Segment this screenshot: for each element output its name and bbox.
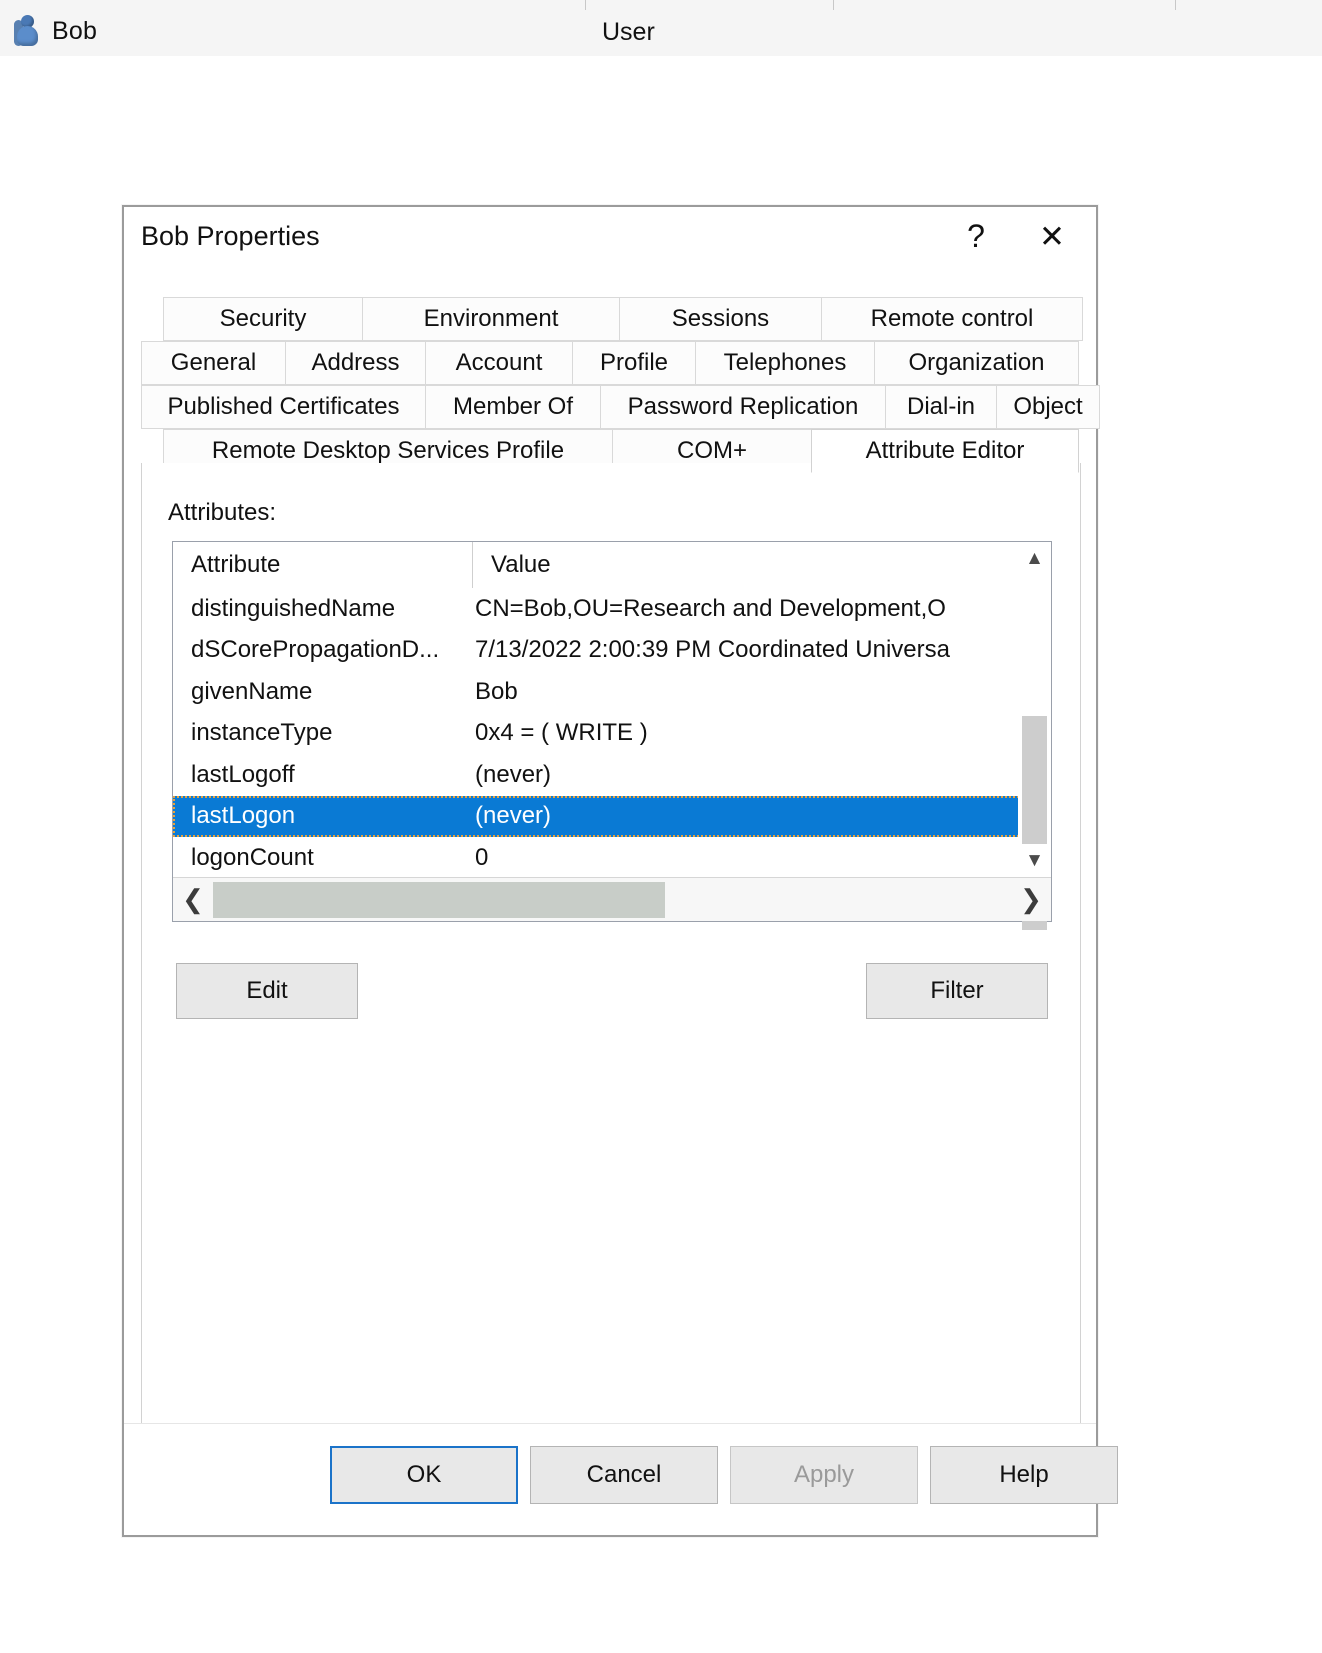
apply-button: Apply (730, 1446, 918, 1504)
scroll-up-button[interactable]: ▲ (1018, 542, 1051, 576)
tab-attribute-editor[interactable]: Attribute Editor (811, 429, 1079, 473)
chevron-right-icon: ❯ (1020, 884, 1042, 914)
column-header-value[interactable]: Value (473, 542, 1051, 588)
filter-button[interactable]: Filter (866, 963, 1048, 1019)
table-row[interactable]: logonCount 0 (173, 837, 1051, 878)
cell-attribute: lastLogon (191, 802, 296, 830)
dialog-title: Bob Properties (141, 221, 320, 251)
ok-button[interactable]: OK (330, 1446, 518, 1504)
horizontal-scroll-track[interactable] (213, 879, 1011, 921)
column-separator (585, 0, 586, 10)
table-row-selected[interactable]: lastLogon (never) (173, 795, 1051, 837)
tab-row-2: General Address Account Profile Telephon… (141, 341, 1079, 385)
table-row[interactable]: instanceType 0x4 = ( WRITE ) (173, 713, 1051, 755)
cell-value: (never) (475, 760, 552, 788)
user-name-cell[interactable]: Bob (14, 14, 97, 48)
column-separator (833, 0, 834, 10)
tab-account[interactable]: Account (425, 341, 573, 385)
cell-value: 0 (475, 843, 489, 871)
attributes-label: Attributes: (168, 499, 277, 526)
tab-telephones[interactable]: Telephones (695, 341, 875, 385)
attributes-listview[interactable]: Attribute Value distinguishedName CN=Bob… (172, 541, 1052, 930)
tab-sessions[interactable]: Sessions (619, 297, 822, 341)
attribute-editor-page: Attributes: Attribute Value distinguishe… (141, 463, 1081, 1425)
cell-attribute: lastLogoff (191, 760, 295, 788)
cell-attribute: instanceType (191, 719, 333, 747)
cell-value: 7/13/2022 2:00:39 PM Coordinated Univers… (475, 636, 950, 664)
user-name-label: Bob (52, 16, 98, 45)
table-row[interactable]: lastLogoff (never) (173, 754, 1051, 796)
cell-value: 0x4 = ( WRITE ) (475, 719, 648, 747)
edit-button[interactable]: Edit (176, 963, 358, 1019)
user-icon (14, 14, 42, 48)
cell-value: Bob (475, 677, 518, 705)
user-type-label: User (602, 18, 655, 46)
tab-password-replication[interactable]: Password Replication (600, 385, 886, 429)
chevron-left-icon: ❮ (182, 884, 204, 914)
tab-environment[interactable]: Environment (362, 297, 620, 341)
horizontal-scrollbar[interactable]: ❮ ❯ (173, 877, 1051, 921)
tab-strip: Security Environment Sessions Remote con… (141, 297, 1100, 473)
tab-security[interactable]: Security (163, 297, 363, 341)
cell-value: CN=Bob,OU=Research and Development,O (475, 594, 946, 622)
horizontal-scroll-thumb[interactable] (213, 881, 665, 918)
question-mark-icon: ? (967, 218, 985, 254)
tab-member-of[interactable]: Member Of (425, 385, 601, 429)
cell-attribute: givenName (191, 677, 313, 705)
cell-attribute: logonCount (191, 843, 314, 871)
cell-attribute: dSCorePropagationD... (191, 636, 440, 664)
bob-properties-dialog: Bob Properties ? ✕ Security Environment … (122, 205, 1118, 1537)
dialog-titlebar: Bob Properties ? ✕ (124, 207, 1096, 269)
tab-object[interactable]: Object (996, 385, 1100, 429)
chevron-up-icon: ▲ (1025, 548, 1044, 569)
tab-dial-in[interactable]: Dial-in (885, 385, 997, 429)
tab-general[interactable]: General (141, 341, 286, 385)
listview-header: Attribute Value (173, 542, 1051, 588)
tab-row-3: Published Certificates Member Of Passwor… (141, 385, 1100, 429)
cell-attribute: distinguishedName (191, 594, 396, 622)
tab-profile[interactable]: Profile (572, 341, 696, 385)
cancel-button[interactable]: Cancel (530, 1446, 718, 1504)
tab-organization[interactable]: Organization (874, 341, 1079, 385)
table-row[interactable]: dSCorePropagationD... 7/13/2022 2:00:39 … (173, 630, 1051, 672)
table-row[interactable]: givenName Bob (173, 671, 1051, 713)
help-button[interactable]: ? (944, 207, 1008, 265)
tab-published-certificates[interactable]: Published Certificates (141, 385, 426, 429)
vertical-scrollbar[interactable]: ▲ ▼ (1018, 542, 1051, 930)
listview-rows: distinguishedName CN=Bob,OU=Research and… (173, 588, 1051, 878)
tab-address[interactable]: Address (285, 341, 426, 385)
table-row[interactable]: distinguishedName CN=Bob,OU=Research and… (173, 588, 1051, 630)
vertical-scroll-track[interactable] (1018, 576, 1051, 930)
column-separator (1175, 0, 1176, 10)
close-button[interactable]: ✕ (1020, 207, 1084, 265)
cell-value: (never) (475, 802, 552, 830)
tab-row-1: Security Environment Sessions Remote con… (163, 297, 1083, 341)
dialog-footer: OK Cancel Apply Help (124, 1423, 1118, 1535)
close-icon: ✕ (1039, 218, 1065, 254)
tab-remote-control[interactable]: Remote control (821, 297, 1083, 341)
list-item[interactable]: Bob User (0, 10, 1322, 56)
column-header-attribute[interactable]: Attribute (173, 542, 473, 588)
mmc-list-strip: Bob User (0, 0, 1322, 56)
help-footer-button[interactable]: Help (930, 1446, 1118, 1504)
scroll-down-button[interactable]: ▼ (1018, 844, 1051, 878)
scroll-right-button[interactable]: ❯ (1011, 879, 1051, 921)
chevron-down-icon: ▼ (1025, 850, 1044, 871)
scroll-left-button[interactable]: ❮ (173, 879, 213, 921)
